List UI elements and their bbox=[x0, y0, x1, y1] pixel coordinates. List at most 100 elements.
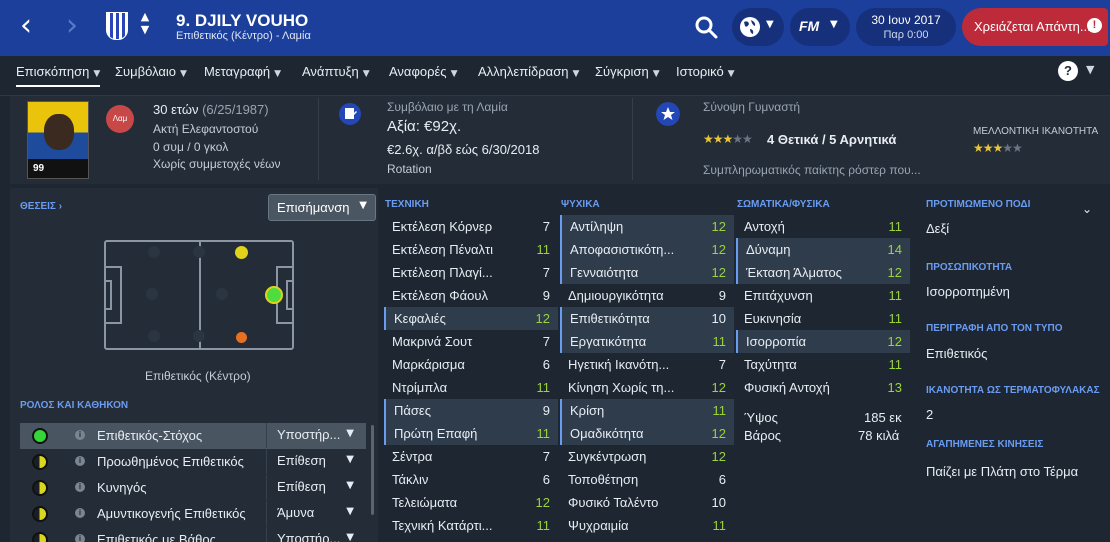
position-dot bbox=[193, 246, 205, 258]
attribute-value: 11 bbox=[888, 311, 903, 326]
forward-arrow-icon[interactable]: › bbox=[66, 11, 90, 43]
fm-menu-button[interactable]: FM ▼ bbox=[790, 8, 850, 46]
help-icon[interactable]: ? bbox=[1058, 61, 1078, 81]
potential-label: ΜΕΛΛΟΝΤΙΚΗ ΙΚΑΝΟΤΗΤΑ bbox=[973, 126, 1099, 137]
tab-interaction[interactable]: Αλληλεπίδραση ▼ bbox=[478, 64, 579, 79]
world-button[interactable]: ▼ bbox=[732, 8, 784, 46]
duty-label: Επίθεση bbox=[277, 453, 326, 468]
attribute-value: 11 bbox=[888, 357, 903, 372]
tab-label: Ανάπτυξη bbox=[302, 64, 359, 79]
tab-compare[interactable]: Σύγκριση ▼ bbox=[595, 64, 660, 79]
attribute-name: Εκτέλεση Κόρνερ bbox=[392, 219, 493, 234]
attribute-row: Τεχνική Κατάρτι... 11 bbox=[384, 514, 558, 537]
favourite-moves-value[interactable]: Παίζει με Πλάτη στο Τέρμα bbox=[926, 464, 1078, 479]
attribute-name: Ντρίμπλα bbox=[392, 380, 448, 395]
tab-label: Αλληλεπίδραση bbox=[478, 64, 569, 79]
duty-dropdown[interactable]: Υποστήρ... ▼ bbox=[266, 527, 366, 542]
attribute-name: Φυσικό Ταλέντο bbox=[568, 495, 659, 510]
position-dot bbox=[148, 330, 160, 342]
info-icon[interactable]: i bbox=[75, 456, 85, 466]
tab-contract[interactable]: Συμβόλαιο ▼ bbox=[115, 64, 187, 79]
preferred-foot-label: ΠΡΟΤΙΜΩΜΕΝΟ ΠΟΔΙ bbox=[926, 199, 1031, 210]
position-marker-forward-right bbox=[236, 332, 247, 343]
divider bbox=[318, 98, 319, 180]
attribute-value: 11 bbox=[712, 334, 727, 349]
tab-label: Αναφορές bbox=[389, 64, 447, 79]
duty-dropdown[interactable]: Άμυνα ▼ bbox=[266, 501, 366, 526]
duty-dropdown[interactable]: Επίθεση ▼ bbox=[266, 475, 366, 500]
chevron-down-icon: ▼ bbox=[346, 532, 354, 542]
duty-dropdown[interactable]: Υποστήρ... ▼ bbox=[266, 423, 366, 448]
alert-icon: ! bbox=[1087, 18, 1102, 33]
attribute-row: Εκτέλεση Φάουλ 9 bbox=[384, 284, 558, 307]
tab-label: Ιστορικό bbox=[676, 64, 724, 79]
search-icon[interactable] bbox=[693, 14, 719, 40]
back-arrow-icon[interactable]: ‹ bbox=[20, 11, 44, 43]
chevron-down-icon: ▼ bbox=[359, 200, 367, 211]
contract-title[interactable]: Συμβόλαιο με τη Λαμία bbox=[387, 100, 508, 114]
personality-label: ΠΡΟΣΩΠΙΚΟΤΗΤΑ bbox=[926, 262, 1013, 273]
chevron-down-icon: ▼ bbox=[727, 69, 735, 79]
prev-next-player-icon[interactable]: ▲ ▼ bbox=[138, 10, 152, 36]
preferred-foot-value: Δεξί bbox=[926, 221, 950, 236]
tab-label: Επισκόπηση bbox=[16, 64, 90, 79]
chevron-down-icon: ▼ bbox=[572, 69, 580, 79]
attribute-name: Πρώτη Επαφή bbox=[394, 426, 478, 441]
divider bbox=[632, 98, 633, 180]
highlight-label: Επισήμανση bbox=[277, 200, 350, 215]
date-button[interactable]: 30 Ιουν 2017 Παρ 0:00 bbox=[856, 8, 956, 46]
tab-overview[interactable]: Επισκόπηση ▼ bbox=[16, 64, 101, 87]
attribute-row: Εκτέλεση Πέναλτι 11 bbox=[384, 238, 558, 261]
potential-stars: ★★★★★ bbox=[973, 141, 1023, 155]
tab-reports[interactable]: Αναφορές ▼ bbox=[389, 64, 458, 79]
attribute-name: Ευκινησία bbox=[744, 311, 802, 326]
attribute-name: Σέντρα bbox=[392, 449, 433, 464]
chevron-down-icon[interactable]: ▼ bbox=[1086, 63, 1094, 76]
left-goal-area bbox=[104, 280, 112, 310]
attribute-name: Φυσική Αντοχή bbox=[744, 380, 830, 395]
attribute-value: 12 bbox=[535, 495, 550, 510]
attribute-name: Μαρκάρισμα bbox=[392, 357, 465, 372]
coach-title[interactable]: Σύνοψη Γυμναστή bbox=[703, 100, 800, 114]
role-row[interactable]: i Κυνηγός Επίθεση ▼ bbox=[20, 475, 366, 501]
shirt-number: 99 bbox=[33, 163, 45, 174]
attribute-value: 9 bbox=[542, 288, 550, 303]
nationality[interactable]: Ακτή Ελεφαντοστού bbox=[153, 122, 258, 136]
tab-history[interactable]: Ιστορικό ▼ bbox=[676, 64, 735, 79]
role-row[interactable]: i Επιθετικός-Στόχος Υποστήρ... ▼ bbox=[20, 423, 366, 449]
nation-badge-icon: Λαμ bbox=[106, 105, 134, 133]
role-name: Προωθημένος Επιθετικός bbox=[97, 454, 244, 469]
squad-status: Rotation bbox=[387, 162, 432, 176]
attribute-name: Γενναιότητα bbox=[570, 265, 639, 280]
role-rating-icon bbox=[32, 506, 48, 522]
tab-development[interactable]: Ανάπτυξη ▼ bbox=[302, 64, 370, 79]
attribute-name: Κίνηση Χωρίς τη... bbox=[568, 380, 675, 395]
info-icon[interactable]: i bbox=[75, 508, 85, 518]
role-row[interactable]: i Προωθημένος Επιθετικός Επίθεση ▼ bbox=[20, 449, 366, 475]
attribute-name: Μακρινά Σουτ bbox=[392, 334, 473, 349]
highlight-dropdown[interactable]: Επισήμανση ▼ bbox=[268, 194, 376, 221]
personality-value: Ισορροπημένη bbox=[926, 284, 1010, 299]
role-row[interactable]: i Επιθετικός με Βάθος Υποστήρ... ▼ bbox=[20, 527, 366, 542]
attribute-name: Κρίση bbox=[570, 403, 605, 418]
position-label: Επιθετικός (Κέντρο) bbox=[145, 369, 251, 383]
chevron-down-icon: ▼ bbox=[346, 506, 354, 517]
positions-title[interactable]: ΘΕΣΕΙΣ › bbox=[20, 201, 62, 212]
info-icon[interactable]: i bbox=[75, 482, 85, 492]
chevron-down-icon: ▼ bbox=[652, 69, 660, 79]
coach-description: Συμπληρωματικός παίκτης ρόστερ που... bbox=[703, 163, 921, 177]
duty-dropdown[interactable]: Επίθεση ▼ bbox=[266, 449, 366, 474]
alert-button[interactable]: Χρειάζεται Απάντη... ! bbox=[962, 8, 1108, 46]
info-icon[interactable]: i bbox=[75, 430, 85, 440]
attribute-name: Πάσες bbox=[394, 403, 431, 418]
attribute-row: Συγκέντρωση 12 bbox=[560, 445, 734, 468]
info-icon[interactable]: i bbox=[75, 534, 85, 542]
attribute-name: Έκταση Άλματος bbox=[746, 265, 842, 280]
contract-icon bbox=[339, 103, 361, 125]
position-marker-striker bbox=[265, 286, 283, 304]
role-row[interactable]: i Αμυντικογενής Επιθετικός Άμυνα ▼ bbox=[20, 501, 366, 527]
roles-scrollbar[interactable] bbox=[371, 425, 374, 515]
chevron-down-icon[interactable]: ⌄ bbox=[1082, 202, 1092, 216]
attribute-row: Μαρκάρισμα 6 bbox=[384, 353, 558, 376]
tab-transfer[interactable]: Μεταγραφή ▼ bbox=[204, 64, 281, 79]
